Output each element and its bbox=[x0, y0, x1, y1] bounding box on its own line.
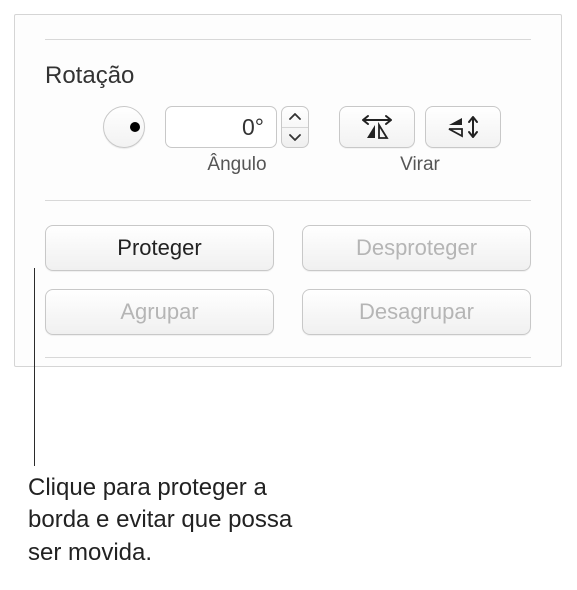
section-title-rotation: Rotação bbox=[45, 62, 531, 90]
angle-value: 0° bbox=[242, 114, 264, 141]
callout-text: Clique para proteger a borda e evitar qu… bbox=[28, 472, 328, 569]
flip-horizontal-button[interactable] bbox=[339, 106, 415, 148]
flip-label: Virar bbox=[400, 154, 440, 176]
chevron-up-icon bbox=[289, 113, 301, 121]
angle-input-wrap: 0° bbox=[165, 106, 309, 148]
unprotect-button: Desproteger bbox=[302, 225, 531, 271]
rotation-dial[interactable] bbox=[103, 106, 145, 148]
rotation-dial-indicator bbox=[130, 122, 140, 132]
callout-leader-line bbox=[34, 268, 35, 466]
group-button: Agrupar bbox=[45, 289, 274, 335]
chevron-down-icon bbox=[289, 133, 301, 141]
flip-horizontal-icon bbox=[357, 114, 397, 140]
ungroup-button: Desagrupar bbox=[302, 289, 531, 335]
format-panel: Rotação 0° Ângulo bbox=[14, 14, 562, 367]
flip-buttons bbox=[339, 106, 501, 148]
divider-bottom bbox=[45, 357, 531, 358]
rotation-dial-wrap bbox=[103, 106, 145, 148]
divider-mid bbox=[45, 200, 531, 201]
angle-input[interactable]: 0° bbox=[165, 106, 277, 148]
protect-button[interactable]: Proteger bbox=[45, 225, 274, 271]
angle-step-up[interactable] bbox=[282, 107, 308, 127]
flip-vertical-button[interactable] bbox=[425, 106, 501, 148]
angle-label: Ângulo bbox=[207, 154, 266, 176]
angle-stepper bbox=[281, 106, 309, 148]
flip-vertical-icon bbox=[443, 114, 483, 140]
angle-group: 0° Ângulo bbox=[165, 106, 309, 176]
divider-top bbox=[45, 39, 531, 40]
angle-step-down[interactable] bbox=[282, 127, 308, 148]
rotation-controls-row: 0° Ângulo bbox=[45, 106, 531, 176]
flip-group: Virar bbox=[339, 106, 501, 176]
lock-group-buttons: Proteger Desproteger Agrupar Desagrupar bbox=[45, 225, 531, 335]
